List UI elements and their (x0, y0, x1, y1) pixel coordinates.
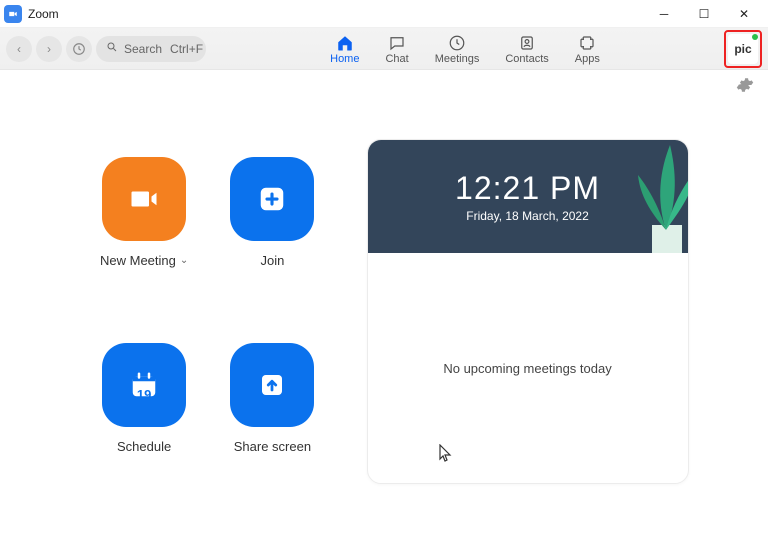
minimize-button[interactable]: ─ (644, 0, 684, 28)
calendar-card: 12:21 PM Friday, 18 March, 2022 No upcom… (367, 139, 689, 484)
tab-chat[interactable]: Chat (385, 32, 408, 65)
settings-button[interactable] (736, 76, 754, 99)
toolbar: ‹ › Search Ctrl+F Home Chat Meetings Con… (0, 28, 768, 70)
action-tiles: New Meeting ⌄ Join 19 Schedule Share scre… (20, 139, 317, 484)
calendar-body: No upcoming meetings today (368, 253, 688, 483)
tab-label: Chat (385, 53, 408, 65)
current-time: 12:21 PM (455, 170, 600, 207)
share-screen-button[interactable]: Share screen (228, 343, 316, 485)
chevron-down-icon: ⌄ (180, 255, 188, 266)
apps-icon (578, 34, 596, 52)
empty-meetings-text: No upcoming meetings today (443, 361, 611, 376)
video-icon (129, 184, 159, 214)
tab-meetings[interactable]: Meetings (435, 32, 480, 65)
cursor-icon (438, 444, 452, 465)
calendar-day: 19 (137, 387, 151, 402)
tab-label: Apps (575, 53, 600, 65)
search-input[interactable]: Search Ctrl+F (96, 36, 206, 62)
home-icon (336, 34, 354, 52)
tab-label: Contacts (505, 53, 548, 65)
gear-icon (736, 76, 754, 94)
tab-home[interactable]: Home (330, 32, 359, 65)
avatar-highlight: pic (724, 30, 762, 68)
search-icon (106, 41, 118, 56)
nav-tabs: Home Chat Meetings Contacts Apps (210, 32, 720, 65)
app-title: Zoom (28, 7, 644, 21)
schedule-button[interactable]: 19 Schedule (100, 343, 188, 485)
maximize-button[interactable]: ☐ (684, 0, 724, 28)
current-date: Friday, 18 March, 2022 (466, 209, 589, 223)
history-button[interactable] (66, 36, 92, 62)
search-shortcut: Ctrl+F (170, 42, 203, 56)
tile-label: New Meeting (100, 253, 176, 268)
join-button[interactable]: Join (228, 157, 316, 299)
tab-contacts[interactable]: Contacts (505, 32, 548, 65)
nav-forward-button[interactable]: › (36, 36, 62, 62)
presence-dot-icon (752, 34, 758, 40)
tile-label: Schedule (117, 439, 171, 454)
new-meeting-button[interactable]: New Meeting ⌄ (100, 157, 188, 299)
search-label: Search (124, 42, 162, 56)
share-icon (257, 370, 287, 400)
calendar-header: 12:21 PM Friday, 18 March, 2022 (368, 140, 688, 253)
close-button[interactable]: ✕ (724, 0, 764, 28)
clock-icon (448, 34, 466, 52)
tile-label: Share screen (234, 439, 311, 454)
home-content: New Meeting ⌄ Join 19 Schedule Share scre… (0, 99, 768, 504)
zoom-app-icon (4, 5, 22, 23)
chat-icon (388, 34, 406, 52)
tab-label: Meetings (435, 53, 480, 65)
plant-decoration-icon (610, 140, 688, 253)
plus-icon (257, 184, 287, 214)
avatar-text: pic (734, 42, 751, 56)
tab-apps[interactable]: Apps (575, 32, 600, 65)
contacts-icon (518, 34, 536, 52)
nav-back-button[interactable]: ‹ (6, 36, 32, 62)
tab-label: Home (330, 53, 359, 65)
titlebar: Zoom ─ ☐ ✕ (0, 0, 768, 28)
tile-label: Join (260, 253, 284, 268)
user-avatar[interactable]: pic (728, 34, 758, 64)
